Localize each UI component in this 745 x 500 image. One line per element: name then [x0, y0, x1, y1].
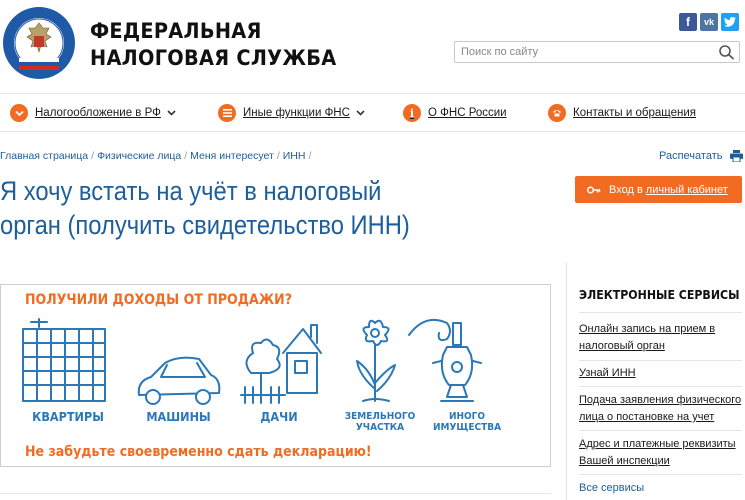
twitter-icon[interactable]: [721, 13, 739, 31]
flower-icon: [356, 319, 396, 402]
nav-item-label: Иные функции ФНС: [243, 107, 350, 119]
chevron-down-icon: [167, 110, 176, 116]
sidebar-separator: [579, 312, 742, 313]
sidebar-separator: [579, 430, 742, 431]
income-declaration-banner[interactable]: ПОЛУЧИЛИ ДОХОДЫ ОТ ПРОДАЖИ? КВАРТИРЫ МАШ…: [0, 284, 551, 467]
site-name-line1: ФЕДЕРАЛЬНАЯ: [90, 19, 262, 43]
banner-item-other-property: ИНОГО ИМУЩЕСТВА: [432, 411, 502, 433]
sidebar-link-registration-application[interactable]: Подача заявления физического лица о пост…: [579, 392, 742, 426]
sidebar-link-online-appointment[interactable]: Онлайн запись на прием в налоговый орган: [579, 321, 742, 355]
sidebar-separator: [579, 360, 742, 361]
nav-divider-top: [0, 93, 745, 94]
nav-item-about[interactable]: i О ФНС России: [403, 103, 507, 123]
sidebar-link-all-services[interactable]: Все сервисы: [579, 480, 742, 497]
nav-item-taxation[interactable]: Налогообложение в РФ: [10, 103, 176, 123]
cabinet-button-link: личный кабинет: [645, 183, 728, 196]
sidebar-divider: [566, 262, 567, 500]
banner-item-apartments: КВАРТИРЫ: [32, 409, 104, 424]
nav-divider-bottom: [0, 131, 745, 132]
personal-cabinet-button[interactable]: Вход в личный кабинет: [575, 176, 742, 203]
fns-emblem-logo[interactable]: [2, 6, 76, 80]
info-circle-icon: i: [403, 104, 421, 122]
banner-item-dachas: ДАЧИ: [260, 409, 298, 424]
key-icon: [587, 185, 601, 194]
print-link[interactable]: Распечатать: [659, 150, 744, 162]
site-name[interactable]: ФЕДЕРАЛЬНАЯ НАЛОГОВАЯ СЛУЖБА: [90, 18, 336, 72]
nav-item-label: Контакты и обращения: [573, 107, 696, 119]
breadcrumb: Главная страница / Физические лица / Меня ин…: [0, 150, 312, 162]
site-header: ФЕДЕРАЛЬНАЯ НАЛОГОВАЯ СЛУЖБА f vk: [0, 0, 745, 90]
sidebar-link-inspection-address[interactable]: Адрес и платежные реквизиты Вашей инспек…: [579, 436, 742, 470]
sidebar-separator: [579, 386, 742, 387]
banner-item-land: ЗЕМЕЛЬНОГО УЧАСТКА: [344, 411, 416, 433]
search-icon[interactable]: [718, 44, 736, 60]
facebook-icon[interactable]: f: [679, 13, 697, 31]
page-title: Я хочу встать на учёт в налоговый орган …: [0, 176, 410, 240]
nav-item-other-functions[interactable]: Иные функции ФНС: [218, 103, 365, 123]
breadcrumb-home[interactable]: Главная страница: [0, 150, 88, 162]
site-name-line2: НАЛОГОВАЯ СЛУЖБА: [90, 46, 337, 70]
samovar-icon: [408, 319, 482, 402]
sidebar-link-find-inn[interactable]: Узнай ИНН: [579, 365, 742, 382]
search-input[interactable]: [454, 41, 740, 63]
sidebar-separator: [579, 474, 742, 475]
banner-title: ПОЛУЧИЛИ ДОХОДЫ ОТ ПРОДАЖИ?: [25, 292, 293, 308]
country-house-icon: [240, 324, 322, 404]
menu-circle-icon: [218, 104, 236, 122]
nav-item-label: Налогообложение в РФ: [35, 107, 161, 119]
banner-illustrations: [22, 318, 482, 405]
content-divider: [0, 493, 551, 494]
print-label: Распечатать: [659, 150, 723, 162]
nav-item-label: О ФНС России: [428, 107, 507, 119]
chevron-circle-icon: [10, 104, 28, 122]
phone-circle-icon: [548, 104, 566, 122]
breadcrumb-inn[interactable]: ИНН: [283, 150, 306, 162]
car-icon: [137, 356, 221, 405]
banner-footer: Не забудьте своевременно сдать деклараци…: [25, 444, 372, 460]
nav-item-contacts[interactable]: Контакты и обращения: [548, 103, 696, 123]
printer-icon: [730, 150, 744, 162]
sidebar-title: ЭЛЕКТРОННЫЕ СЕРВИСЫ: [579, 287, 740, 302]
vk-icon[interactable]: vk: [700, 13, 718, 31]
banner-item-cars: МАШИНЫ: [146, 409, 211, 424]
breadcrumb-individuals[interactable]: Физические лица: [97, 150, 181, 162]
apartment-building-icon: [22, 318, 106, 402]
breadcrumb-interests[interactable]: Меня интересует: [190, 150, 274, 162]
cabinet-button-prefix: Вход в: [609, 183, 643, 196]
chevron-down-icon: [356, 110, 365, 116]
